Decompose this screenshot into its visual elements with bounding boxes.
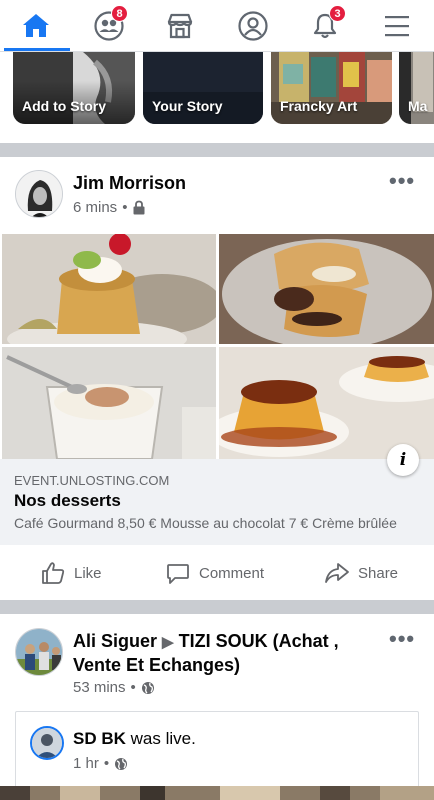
post-author-name[interactable]: Jim Morrison [73,173,186,194]
link-title: Nos desserts [14,491,121,510]
link-description: Café Gourmand 8,50 € Mousse au chocolat … [14,515,397,531]
triangle-right-icon: ▶ [162,634,174,651]
globe-icon [141,681,154,694]
info-button[interactable]: i [387,444,419,476]
dessert-photo-4 [219,347,434,459]
top-navigation-bar: 8 3 [0,0,434,52]
meta-separator: • [122,199,128,216]
feed-divider [0,600,434,614]
dessert-photo-1 [2,234,216,344]
story-add[interactable]: Add to Story [13,52,135,124]
post-meta: 53 mins • [73,679,155,696]
comment-button[interactable]: Comment [165,548,264,598]
comment-icon [167,564,189,584]
nav-menu[interactable] [366,0,428,52]
shared-media-preview[interactable] [0,786,434,800]
avatar-image [16,171,62,217]
active-tab-indicator [4,48,70,51]
avatar[interactable] [15,628,63,676]
globe-icon [115,757,128,770]
meta-separator: • [103,755,110,772]
photo-tile[interactable] [2,234,216,344]
lock-icon [133,200,145,215]
photo-tile[interactable] [219,347,434,459]
nav-profile[interactable] [222,0,284,52]
post-photo-grid [2,234,434,459]
photo-tile[interactable] [2,347,216,459]
nav-home[interactable] [5,0,67,52]
notifications-badge: 3 [329,5,346,22]
like-button[interactable]: Like [40,548,102,598]
story-label: Francky Art [280,98,358,114]
shared-action: was live. [130,729,196,748]
story-partial[interactable]: Ma [399,52,434,124]
link-preview-card[interactable]: EVENT.UNLOSTING.COM Nos desserts Café Go… [0,459,434,545]
story-francky-art[interactable]: Francky Art [271,52,392,124]
post-meta: 6 mins • [73,199,146,216]
post-author-name[interactable]: Ali Siguer [73,631,157,651]
info-icon: i [399,450,407,470]
avatar[interactable] [30,726,64,760]
nav-notifications[interactable]: 3 [294,0,356,52]
profile-icon [238,11,268,41]
avatar[interactable] [15,170,63,218]
post-time[interactable]: 53 mins [73,679,126,696]
shared-title: SD BK was live. [73,729,196,749]
stories-tray: Add to Story Your Story Francky Art Ma [0,52,434,142]
thumbs-up-icon [42,562,65,584]
post-time[interactable]: 6 mins [73,199,117,216]
story-label: Add to Story [22,98,106,114]
post-actions-bar: Like Comment Share [0,548,434,598]
hamburger-icon [385,16,409,37]
share-button[interactable]: Share [324,548,398,598]
avatar-image [32,728,62,758]
friends-badge: 8 [111,5,128,22]
link-domain: EVENT.UNLOSTING.COM [14,473,170,488]
post-author-line: Ali Siguer ▶ TIZI SOUK (Achat , Vente Et… [73,630,373,677]
story-label: Your Story [152,98,223,114]
nav-marketplace[interactable] [149,0,211,52]
shared-meta: 1 hr • [73,755,128,772]
photo-tile[interactable] [219,234,434,344]
home-icon [23,14,49,37]
more-options-icon[interactable]: ••• [389,626,415,652]
comment-label: Comment [199,564,265,582]
nav-friends[interactable]: 8 [78,0,140,52]
dessert-photo-3 [2,347,216,459]
shared-time[interactable]: 1 hr [73,755,99,772]
shared-author-name[interactable]: SD BK [73,729,126,748]
shared-media-image [0,786,434,800]
meta-separator: • [130,679,136,696]
story-your[interactable]: Your Story [143,52,263,124]
avatar-image [16,629,62,675]
marketplace-icon [167,13,193,39]
feed-divider [0,143,434,157]
share-label: Share [358,564,399,582]
more-options-icon[interactable]: ••• [389,168,415,194]
dessert-photo-2 [219,234,434,344]
share-icon [325,563,349,583]
like-label: Like [74,564,102,582]
story-label: Ma [408,98,428,114]
